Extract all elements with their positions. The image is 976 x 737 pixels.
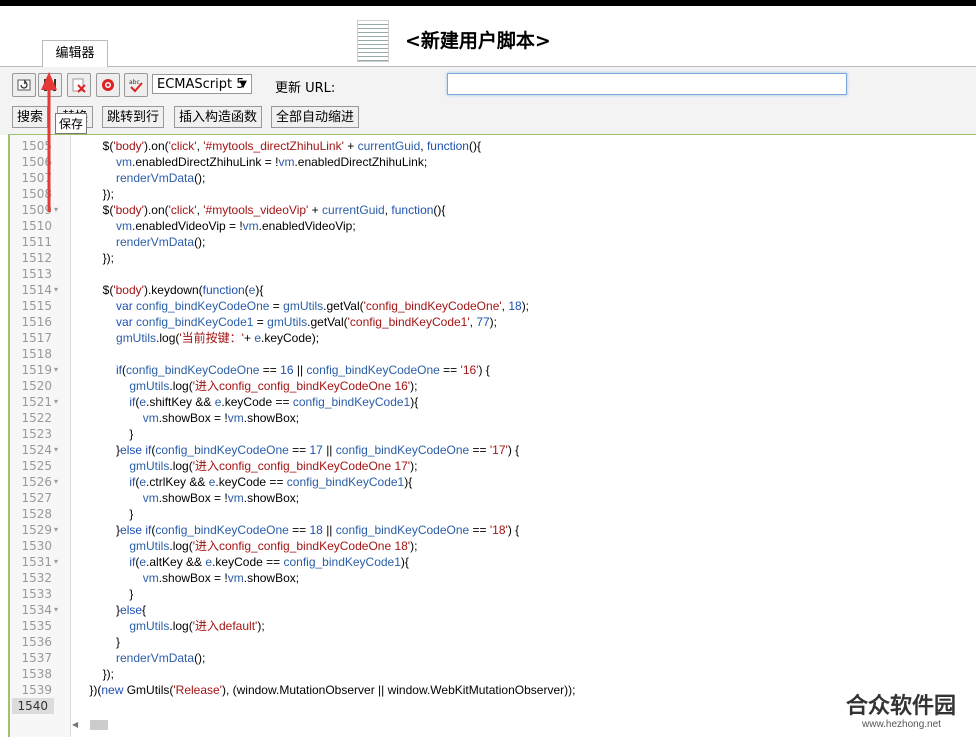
line-number: 1510 [21,219,52,233]
record-icon[interactable] [96,73,120,97]
code-line[interactable]: }else{ [76,602,146,618]
insert-constructor-button[interactable]: 插入构造函数 [174,106,263,128]
code-line[interactable]: gmUtils.log('进入config_config_bindKeyCode… [76,378,417,394]
code-line[interactable]: renderVmData(); [76,234,205,250]
code-line[interactable]: } [76,506,133,522]
code-line[interactable]: var config_bindKeyCodeOne = gmUtils.getV… [76,298,529,314]
page-title: <新建用户脚本> [405,30,551,52]
line-number: 1518 [21,347,52,361]
scroll-left-icon[interactable]: ◀ [72,720,78,729]
code-line[interactable]: }else if(config_bindKeyCodeOne == 17 || … [76,442,519,458]
code-line[interactable]: $('body').keydown(function(e){ [76,282,264,298]
watermark-url: www.hezhong.net [862,719,941,730]
code-line[interactable]: })(new GmUtils('Release'), (window.Mutat… [76,682,575,698]
line-number: 1522 [21,411,52,425]
code-line[interactable]: } [76,426,133,442]
code-line[interactable]: }); [76,186,114,202]
fold-toggle-icon[interactable]: ▾ [54,394,58,410]
line-number: 1521 [21,395,52,409]
goto-line-button[interactable]: 跳转到行 [102,106,165,128]
line-number: 1517 [21,331,52,345]
line-number: 1528 [21,507,52,521]
line-number: 1515 [21,299,52,313]
line-number: 1513 [21,267,52,281]
line-number: 1523 [21,427,52,441]
watermark-logo: 合众软件园 [846,694,957,719]
fold-toggle-icon[interactable]: ▾ [54,602,58,618]
fold-toggle-icon[interactable]: ▾ [54,362,58,378]
auto-indent-button[interactable]: 全部自动缩进 [271,106,360,128]
code-line[interactable]: renderVmData(); [76,650,205,666]
code-line[interactable]: gmUtils.log('进入config_config_bindKeyCode… [76,458,417,474]
annotation-arrow [41,72,57,212]
language-select-value: ECMAScript 5 [157,77,245,92]
line-number: 1534 [21,603,52,617]
code-line[interactable]: }else if(config_bindKeyCodeOne == 18 || … [76,522,519,538]
code-line[interactable]: $('body').on('click', '#mytools_directZh… [76,138,481,154]
code-line[interactable]: } [76,634,120,650]
code-line[interactable]: gmUtils.log('进入default'); [76,618,264,634]
code-line[interactable]: var config_bindKeyCode1 = gmUtils.getVal… [76,314,497,330]
line-number: 1531 [21,555,52,569]
horizontal-scrollbar[interactable]: ◀ [72,717,972,731]
code-line[interactable]: }); [76,666,114,682]
line-number-gutter: 1505 1506 1507 1508 1509 ▾ 1510 1511 1512 1513 151… [10,135,71,737]
code-line[interactable]: gmUtils.log('当前按键：'+ e.keyCode); [76,330,319,346]
line-number: 1511 [21,235,52,249]
fold-toggle-icon[interactable]: ▾ [54,554,58,570]
line-number: 1526 [21,475,52,489]
line-number: 1524 [21,443,52,457]
line-number: 1527 [21,491,52,505]
line-number: 1529 [21,523,52,537]
chevron-down-icon: ▼ [239,79,247,90]
spellcheck-icon[interactable]: abc [124,73,148,97]
scrollbar-thumb[interactable] [90,720,108,730]
code-line[interactable]: if(e.ctrlKey && e.keyCode == config_bind… [76,474,412,490]
update-url-input[interactable] [447,73,847,95]
header: <新建用户脚本> [0,6,976,66]
line-number: 1516 [21,315,52,329]
script-thumbnail [357,20,389,62]
line-number: 1525 [21,459,52,473]
fold-toggle-icon[interactable]: ▾ [54,442,58,458]
line-number: 1519 [21,363,52,377]
svg-text:abc: abc [129,79,140,86]
code-editor[interactable]: 1505 1506 1507 1508 1509 ▾ 1510 1511 1512 1513 151… [8,134,976,737]
code-line[interactable]: vm.enabledDirectZhihuLink = !vm.enabledD… [76,154,427,170]
code-line[interactable]: }); [76,250,114,266]
code-line[interactable]: vm.enabledVideoVip = !vm.enabledVideoVip… [76,218,356,234]
fold-toggle-icon[interactable]: ▾ [54,522,58,538]
code-line[interactable]: gmUtils.log('进入config_config_bindKeyCode… [76,538,417,554]
fold-toggle-icon[interactable]: ▾ [54,282,58,298]
code-line[interactable]: if(e.shiftKey && e.keyCode == config_bin… [76,394,418,410]
code-line[interactable]: } [76,586,133,602]
code-line[interactable]: vm.showBox = !vm.showBox; [76,410,299,426]
line-number: 1538 [21,667,52,681]
fold-toggle-icon[interactable]: ▾ [54,474,58,490]
update-url-label: 更新 URL: [275,81,336,96]
line-number: 1535 [21,619,52,633]
line-number: 1520 [21,379,52,393]
line-number: 1532 [21,571,52,585]
code-line[interactable]: vm.showBox = !vm.showBox; [76,490,299,506]
code-line[interactable]: if(e.altKey && e.keyCode == config_bindK… [76,554,409,570]
code-line[interactable]: $('body').on('click', '#mytools_videoVip… [76,202,446,218]
code-line[interactable]: renderVmData(); [76,170,205,186]
line-number: 1540 [12,698,54,714]
line-number: 1530 [21,539,52,553]
language-select[interactable]: ECMAScript 5 ▼ [152,74,252,94]
code-line[interactable]: if(config_bindKeyCodeOne == 16 || config… [76,362,490,378]
line-number: 1536 [21,635,52,649]
line-number: 1533 [21,587,52,601]
line-number: 1537 [21,651,52,665]
line-number: 1539 [21,683,52,697]
line-number: 1514 [21,283,52,297]
code-line[interactable]: vm.showBox = !vm.showBox; [76,570,299,586]
line-number: 1512 [21,251,52,265]
